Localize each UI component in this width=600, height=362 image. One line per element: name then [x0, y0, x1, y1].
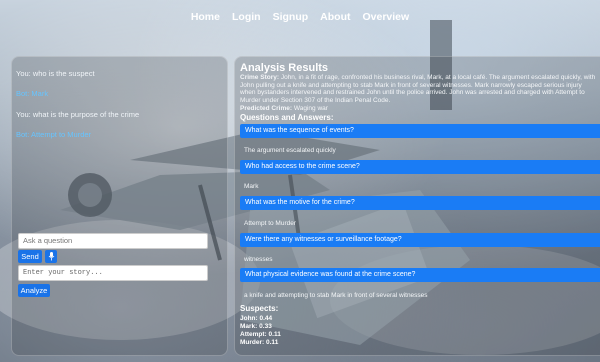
nav-home-link[interactable]: Home — [191, 11, 220, 23]
chat-user-message: You: who is the suspect — [16, 69, 95, 78]
nav-overview-link[interactable]: Overview — [362, 11, 409, 23]
answer-text: Attempt to Murder — [244, 220, 297, 227]
analyze-button[interactable]: Analyze — [18, 284, 50, 297]
suspect-score: 0.33 — [259, 323, 272, 330]
top-nav: Home Login Signup About Overview — [0, 0, 600, 34]
question-bar[interactable]: What was the motive for the crime? — [240, 196, 600, 210]
qa-heading: Questions and Answers: — [240, 113, 334, 122]
suspect-name: John: — [240, 315, 258, 322]
question-bar[interactable]: Who had access to the crime scene? — [240, 160, 600, 174]
crime-story-label: Crime Story: — [240, 74, 280, 81]
suspect-row: John: 0.44 — [240, 315, 272, 322]
predicted-crime-label: Predicted Crime: — [240, 105, 293, 112]
crime-story-body: John, in a fit of rage, confronted his b… — [240, 74, 596, 104]
suspect-score: 0.44 — [259, 315, 273, 322]
suspect-row: Murder: 0.11 — [240, 339, 278, 346]
crime-story-text: Crime Story: John, in a fit of rage, con… — [240, 74, 596, 104]
chat-bot-message: Bot: Attempt to Murder — [16, 130, 92, 139]
nav-about-link[interactable]: About — [320, 11, 350, 23]
question-bar[interactable]: What was the sequence of events? — [240, 124, 600, 138]
suspect-name: Murder: — [240, 339, 265, 346]
story-input[interactable]: Enter your story... — [18, 265, 208, 281]
suspect-row: Mark: 0.33 — [240, 323, 272, 330]
suspect-name: Attempt: — [240, 331, 267, 338]
answer-text: witnesses — [244, 256, 273, 263]
answer-text: Mark — [244, 183, 259, 190]
chat-user-message: You: what is the purpose of the crime — [16, 110, 140, 119]
predicted-crime-value: Waging war — [293, 105, 328, 112]
suspect-score: 0.11 — [266, 339, 279, 346]
nav-signup-link[interactable]: Signup — [273, 11, 309, 23]
suspect-name: Mark: — [240, 323, 258, 330]
suspect-score: 0.11 — [268, 331, 281, 338]
answer-text: The argument escalated quickly — [244, 147, 336, 154]
answer-text: a knife and attempting to stab Mark in f… — [244, 292, 428, 299]
analysis-title: Analysis Results — [240, 62, 329, 74]
send-button[interactable]: Send — [18, 250, 42, 263]
chat-panel — [11, 56, 228, 356]
nav-login-link[interactable]: Login — [232, 11, 261, 23]
predicted-crime: Predicted Crime: Waging war — [240, 105, 596, 113]
microphone-button[interactable] — [45, 250, 57, 263]
microphone-icon — [48, 252, 54, 261]
suspects-heading: Suspects: — [240, 304, 279, 313]
question-bar[interactable]: What physical evidence was found at the … — [240, 268, 600, 282]
question-bar[interactable]: Were there any witnesses or surveillance… — [240, 233, 600, 247]
question-input[interactable]: Ask a question — [18, 233, 208, 249]
chat-bot-message: Bot: Mark — [16, 89, 49, 98]
suspect-row: Attempt: 0.11 — [240, 331, 281, 338]
